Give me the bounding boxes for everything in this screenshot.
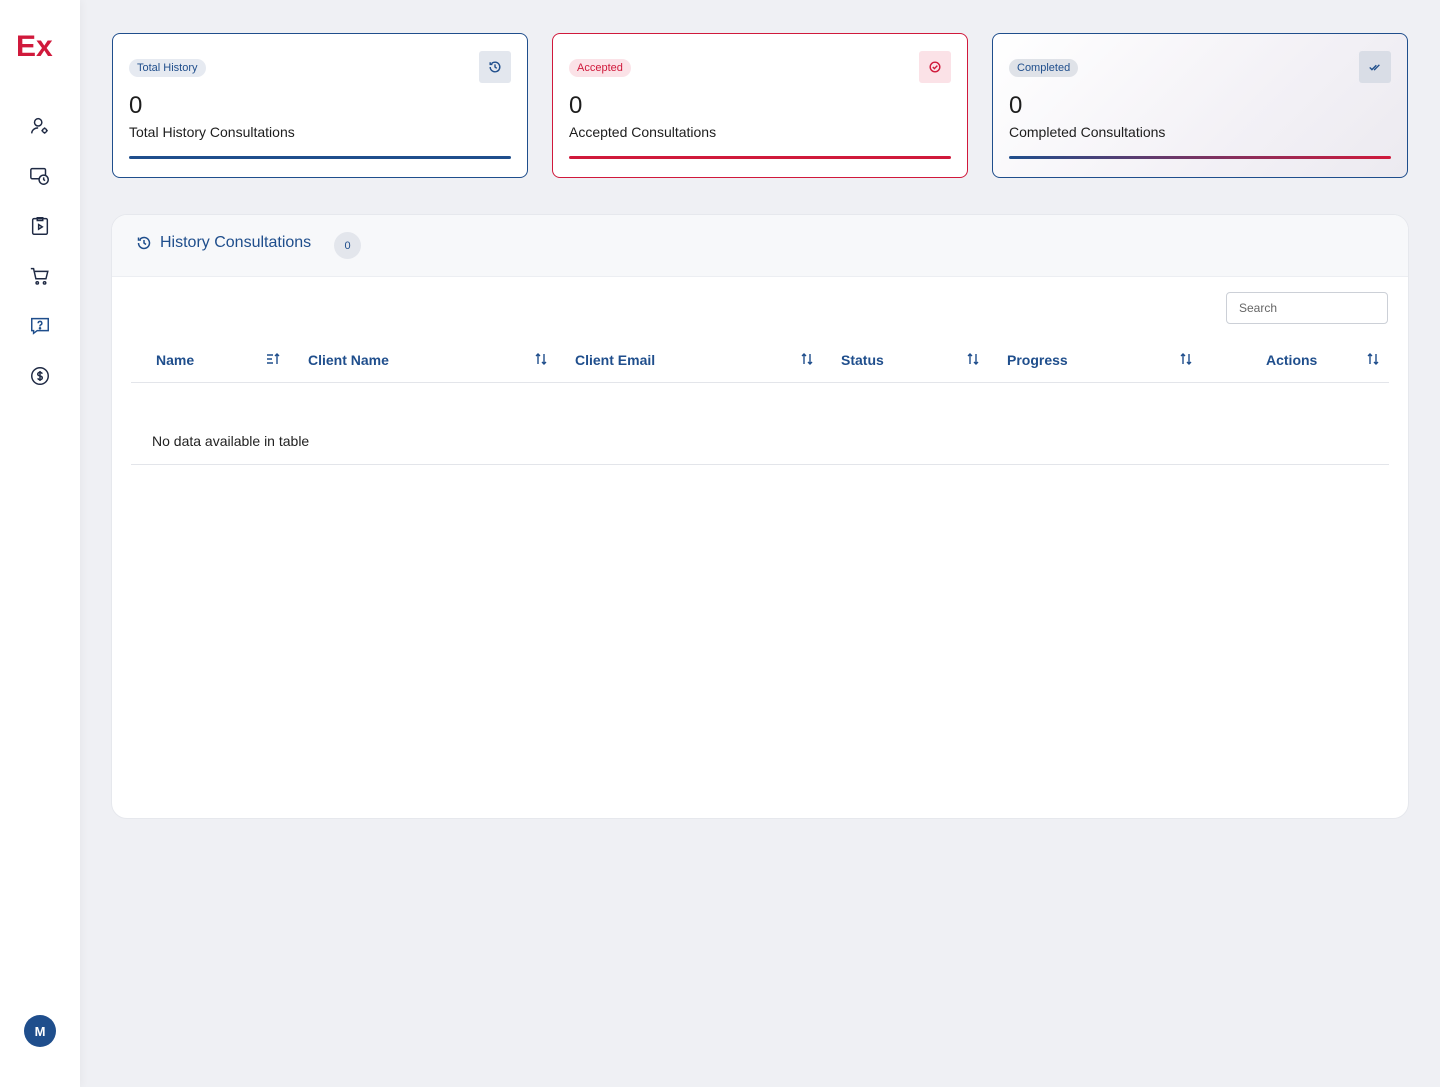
- stat-card-completed: Completed 0 Completed Consultations: [992, 33, 1408, 178]
- stat-card-total-history: Total History 0 Total History Consultati…: [112, 33, 528, 178]
- cart-icon: [30, 267, 49, 285]
- column-header-client-name[interactable]: Client Name: [308, 339, 548, 381]
- history-consultations-panel: History Consultations 0 Name Client Name…: [111, 214, 1409, 819]
- column-label: Progress: [1007, 352, 1068, 368]
- stat-icon-button[interactable]: [479, 51, 511, 83]
- question-message-icon: [31, 317, 49, 335]
- column-label: Client Name: [308, 352, 389, 368]
- history-icon: [489, 61, 501, 73]
- panel-header: History Consultations 0: [112, 215, 1408, 277]
- nav-user-settings[interactable]: [26, 112, 54, 140]
- empty-table-message: No data available in table: [152, 433, 310, 449]
- clipboard-play-icon: [31, 217, 49, 235]
- column-label: Actions: [1266, 352, 1318, 368]
- stat-bar: [569, 156, 951, 159]
- stat-badge: Total History: [129, 59, 206, 77]
- panel-title: History Consultations: [160, 234, 312, 251]
- stat-value: 0: [569, 92, 583, 119]
- nav-payments[interactable]: [26, 162, 54, 190]
- column-header-actions[interactable]: Actions: [1266, 339, 1386, 381]
- stat-value: 0: [129, 92, 143, 119]
- user-avatar[interactable]: M: [24, 1015, 56, 1047]
- dollar-circle-icon: [31, 367, 49, 385]
- stat-badge: Completed: [1009, 59, 1079, 77]
- nav-consultations[interactable]: [26, 212, 54, 240]
- sort-icon: [801, 353, 813, 365]
- nav-earnings[interactable]: [26, 362, 54, 390]
- sort-icon: [1367, 353, 1379, 365]
- brand-logo[interactable]: Ex: [16, 30, 64, 60]
- column-label: Client Email: [575, 352, 656, 368]
- column-header-progress[interactable]: Progress: [1007, 339, 1197, 381]
- panel-count-badge: 0: [334, 232, 361, 259]
- stat-bar: [129, 156, 511, 159]
- search-input[interactable]: [1226, 292, 1388, 324]
- nav-questions[interactable]: [26, 312, 54, 340]
- stat-badge: Accepted: [569, 59, 631, 77]
- money-clock-icon: [30, 167, 49, 185]
- sort-icon: [967, 353, 979, 365]
- stat-icon-button[interactable]: [1359, 51, 1391, 83]
- sort-icon: [535, 353, 547, 365]
- nav-cart[interactable]: [26, 262, 54, 290]
- svg-text:Ex: Ex: [16, 30, 53, 60]
- check-circle-icon: [929, 61, 941, 73]
- column-header-name[interactable]: Name: [156, 339, 286, 381]
- column-label: Status: [841, 352, 884, 368]
- stat-icon-button[interactable]: [919, 51, 951, 83]
- stat-label: Accepted Consultations: [569, 124, 717, 140]
- stat-bar: [1009, 156, 1391, 159]
- double-check-icon: [1369, 64, 1380, 71]
- stat-label: Completed Consultations: [1009, 124, 1166, 140]
- stat-value: 0: [1009, 92, 1023, 119]
- table-header-row: Name Client Name Client Email Status Pro…: [131, 339, 1389, 383]
- column-label: Name: [156, 352, 195, 368]
- history-icon: [137, 236, 151, 250]
- user-gear-icon: [31, 117, 48, 134]
- sort-icon: [1180, 353, 1192, 365]
- stat-label: Total History Consultations: [129, 124, 295, 140]
- table-empty-row: No data available in table: [131, 383, 1389, 465]
- sort-asc-icon: [267, 353, 280, 364]
- sidebar: Ex M: [0, 0, 80, 1087]
- column-header-status[interactable]: Status: [841, 339, 986, 381]
- stat-card-accepted: Accepted 0 Accepted Consultations: [552, 33, 968, 178]
- column-header-client-email[interactable]: Client Email: [575, 339, 815, 381]
